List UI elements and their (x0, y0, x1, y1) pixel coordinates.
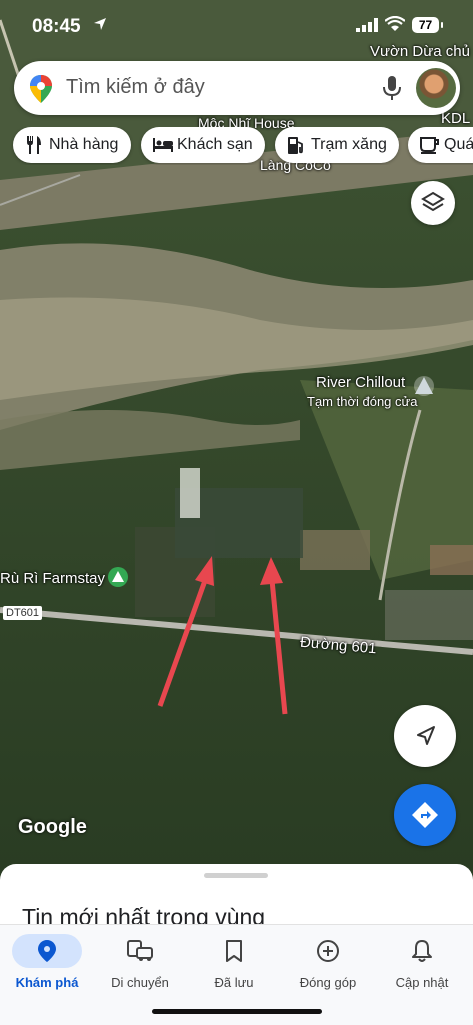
map-label-river-chillout[interactable]: River Chillout (316, 374, 405, 391)
nav-label: Khám phá (15, 975, 79, 990)
nav-label: Di chuyển (111, 975, 169, 990)
restaurant-icon (27, 136, 41, 154)
bookmark-icon (226, 940, 242, 962)
chip-label: Khách sạn (177, 136, 253, 153)
wifi-icon (385, 16, 405, 31)
google-maps-pin-icon (30, 75, 52, 103)
home-indicator (152, 1009, 322, 1014)
search-input[interactable]: Tìm kiếm ở đây (66, 76, 205, 99)
coffee-icon (420, 137, 439, 154)
chip-label: Quá (444, 136, 473, 153)
account-avatar[interactable] (416, 68, 456, 108)
road-badge: DT601 (3, 606, 43, 620)
add-circle-icon (317, 940, 339, 962)
location-arrow-icon (94, 18, 106, 30)
nav-commute[interactable]: Di chuyển (95, 933, 185, 990)
microphone-icon[interactable] (383, 76, 401, 100)
nav-saved[interactable]: Đã lưu (189, 933, 279, 990)
status-bar: 08:45 77 (0, 0, 473, 54)
hotel-icon (153, 138, 173, 152)
category-chips: Nhà hàng Khách sạn Trạm xăng Quá (0, 127, 473, 165)
chip-gas-station[interactable]: Trạm xăng (275, 127, 399, 163)
chip-hotel[interactable]: Khách sạn (141, 127, 265, 163)
layers-icon (421, 191, 445, 212)
map-label-kdl[interactable]: KDL (441, 110, 470, 127)
search-bar[interactable]: Tìm kiếm ở đây (14, 61, 460, 115)
nav-contribute[interactable]: Đóng góp (283, 933, 373, 990)
commute-icon (127, 940, 153, 961)
map-label-river-status: Tạm thời đóng cửa (307, 394, 418, 409)
google-logo: Google (18, 816, 87, 838)
navigation-arrow-icon (417, 726, 435, 745)
directions-button[interactable] (394, 784, 456, 846)
my-location-button[interactable] (394, 705, 456, 767)
chip-restaurant[interactable]: Nhà hàng (13, 127, 131, 163)
chip-label: Nhà hàng (49, 136, 119, 153)
nav-explore[interactable]: Khám phá (2, 933, 92, 990)
directions-icon (412, 802, 438, 828)
sheet-handle[interactable] (204, 873, 268, 878)
nav-label: Cập nhật (395, 975, 449, 990)
layers-button[interactable] (411, 181, 455, 225)
signal-icon (356, 18, 378, 32)
chip-coffee[interactable]: Quá (408, 127, 473, 163)
battery-indicator: 77 (412, 17, 443, 33)
explore-pin-icon (38, 940, 56, 962)
bell-icon (412, 940, 432, 962)
status-time: 08:45 (32, 16, 81, 37)
gas-station-icon (288, 137, 303, 154)
nav-updates[interactable]: Cập nhật (377, 933, 467, 990)
map-label-farmstay[interactable]: Rù Rì Farmstay (0, 570, 105, 587)
nav-label: Đã lưu (214, 975, 254, 990)
nav-label: Đóng góp (299, 975, 357, 990)
chip-label: Trạm xăng (311, 136, 387, 153)
